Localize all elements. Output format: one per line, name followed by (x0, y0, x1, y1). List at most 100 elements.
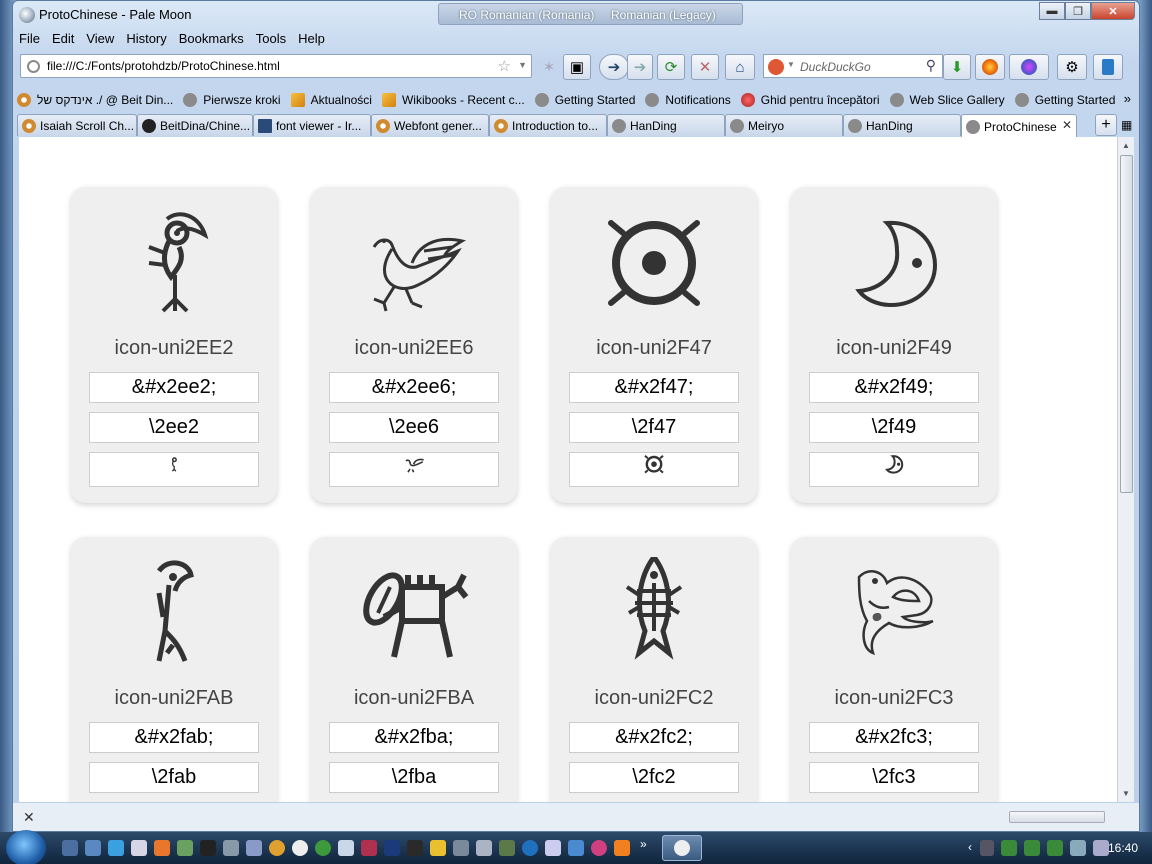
glyph-preview-field[interactable] (569, 452, 739, 487)
bookmark-item[interactable]: Getting Started (1011, 89, 1122, 111)
sidebar-icon[interactable] (1093, 54, 1123, 80)
volume-icon[interactable] (1093, 840, 1109, 856)
scroll-down-icon[interactable]: ▼ (1122, 789, 1130, 798)
entity-field[interactable]: &#x2ee2; (89, 372, 259, 403)
list-all-tabs-icon[interactable]: ▦ (1121, 118, 1132, 132)
settings-icon[interactable]: ⚙ (1057, 54, 1087, 80)
tab[interactable]: Introduction to... (489, 114, 607, 136)
download-icon[interactable]: ⬇ (943, 54, 971, 80)
site-identity-icon[interactable] (27, 60, 40, 73)
url-text[interactable]: file:///C:/Fonts/protohdzb/ProtoChinese.… (47, 59, 280, 73)
tray-icon[interactable] (1024, 840, 1040, 856)
home-button[interactable]: ⌂ (725, 54, 755, 80)
css-code-field[interactable]: \2ee6 (329, 412, 499, 443)
menu-tools[interactable]: Tools (250, 29, 292, 49)
entity-field[interactable]: &#x2ee6; (329, 372, 499, 403)
more-icons-chevron-icon[interactable]: » (640, 837, 647, 851)
bookmark-item[interactable]: Ghid pentru începători (737, 89, 886, 111)
app-icon[interactable] (568, 840, 584, 856)
vlc-icon[interactable] (614, 840, 630, 856)
language-left[interactable]: RO Romanian (Romania) (459, 8, 594, 22)
bookmark-item[interactable]: Wikibooks - Recent c... (378, 89, 531, 111)
bookmark-item[interactable]: Notifications (641, 89, 736, 111)
chrome-icon[interactable] (315, 840, 331, 856)
entity-field[interactable]: &#x2fc3; (809, 722, 979, 753)
css-code-field[interactable]: \2fab (89, 762, 259, 793)
menu-bookmarks[interactable]: Bookmarks (173, 29, 250, 49)
app-icon[interactable] (545, 840, 561, 856)
language-bar[interactable]: RO Romanian (Romania) Romanian (Legacy) (438, 3, 743, 25)
app-icon[interactable] (407, 840, 423, 856)
media-icon[interactable] (292, 840, 308, 856)
tab[interactable]: Isaiah Scroll Ch... (17, 114, 137, 136)
reload-button[interactable]: ⟳ (657, 54, 685, 80)
app-icon[interactable] (361, 840, 377, 856)
menu-view[interactable]: View (80, 29, 120, 49)
disc-icon[interactable] (269, 840, 285, 856)
stop-button[interactable]: ✕ (691, 54, 719, 80)
url-bar[interactable]: file:///C:/Fonts/protohdzb/ProtoChinese.… (20, 54, 532, 78)
tab[interactable]: HanDing (607, 114, 725, 136)
app-icon[interactable] (476, 840, 492, 856)
menu-edit[interactable]: Edit (46, 29, 80, 49)
vertical-scrollbar[interactable]: ▲ ▼ (1117, 137, 1134, 802)
desktop-icon[interactable] (62, 840, 78, 856)
app-icon[interactable] (591, 840, 607, 856)
duckduckgo-icon[interactable] (768, 59, 784, 75)
tab-groups-button[interactable]: ▣ (563, 54, 591, 80)
search-icon[interactable]: ⚲ (926, 57, 936, 74)
search-placeholder[interactable]: DuckDuckGo (800, 60, 871, 74)
menu-help[interactable]: Help (292, 29, 331, 49)
window-icon[interactable] (85, 840, 101, 856)
tool-icon[interactable] (177, 840, 193, 856)
search-box[interactable]: ▼ DuckDuckGo ⚲ (763, 54, 943, 78)
clock[interactable]: 16:40 (1108, 841, 1138, 855)
scroll-up-icon[interactable]: ▲ (1122, 141, 1130, 150)
search-engine-dropdown-icon[interactable]: ▼ (787, 60, 795, 69)
forward-button[interactable]: ➔ (627, 54, 653, 80)
close-tab-icon[interactable]: ✕ (1062, 118, 1072, 132)
cmd-icon[interactable] (200, 840, 216, 856)
php-icon[interactable] (246, 840, 262, 856)
css-code-field[interactable]: \2ee2 (89, 412, 259, 443)
tab-active[interactable]: ProtoChinese ✕ (961, 114, 1077, 138)
url-dropdown-icon[interactable]: ▼ (518, 60, 527, 70)
tray-icon[interactable] (1001, 840, 1017, 856)
css-code-field[interactable]: \2f47 (569, 412, 739, 443)
tray-icon[interactable] (980, 840, 994, 856)
entity-field[interactable]: &#x2fba; (329, 722, 499, 753)
glyph-preview-field[interactable] (89, 452, 259, 487)
bookmark-item[interactable]: Pierwsze kroki (179, 89, 286, 111)
entity-field[interactable]: &#x2f49; (809, 372, 979, 403)
glyph-preview-field[interactable] (809, 452, 979, 487)
css-code-field[interactable]: \2f49 (809, 412, 979, 443)
grid-icon[interactable] (223, 840, 239, 856)
minimize-button[interactable]: ▬ (1039, 2, 1065, 20)
entity-field[interactable]: &#x2fab; (89, 722, 259, 753)
new-tab-button[interactable]: + (1095, 114, 1117, 136)
css-code-field[interactable]: \2fba (329, 762, 499, 793)
menu-file[interactable]: File (13, 29, 46, 49)
ie-icon[interactable] (108, 840, 124, 856)
start-button[interactable] (6, 830, 46, 864)
firefox-icon[interactable] (154, 840, 170, 856)
tab[interactable]: BeitDina/Chine... (137, 114, 253, 136)
language-right[interactable]: Romanian (Legacy) (611, 8, 716, 22)
bookmark-item[interactable]: Web Slice Gallery (886, 89, 1011, 111)
css-code-field[interactable]: \2fc3 (809, 762, 979, 793)
network-icon[interactable] (1070, 840, 1086, 856)
bookmarks-overflow-icon[interactable]: » (1124, 91, 1131, 106)
menu-history[interactable]: History (120, 29, 172, 49)
tab[interactable]: Meiryo (725, 114, 843, 136)
app-icon[interactable] (522, 840, 538, 856)
app-icon[interactable] (499, 840, 515, 856)
pale-moon-taskbar-button[interactable] (662, 835, 702, 861)
tab[interactable]: font viewer - Ir... (253, 114, 371, 136)
status-progress-scroll[interactable] (1009, 811, 1105, 823)
entity-field[interactable]: &#x2fc2; (569, 722, 739, 753)
bookmark-star-icon[interactable]: ☆ (498, 57, 511, 75)
scrollbar-thumb[interactable] (1120, 155, 1133, 493)
notepad-icon[interactable] (338, 840, 354, 856)
bookmark-item[interactable]: אינדקס של ./ @ Beit Din... (13, 89, 179, 111)
css-code-field[interactable]: \2fc2 (569, 762, 739, 793)
